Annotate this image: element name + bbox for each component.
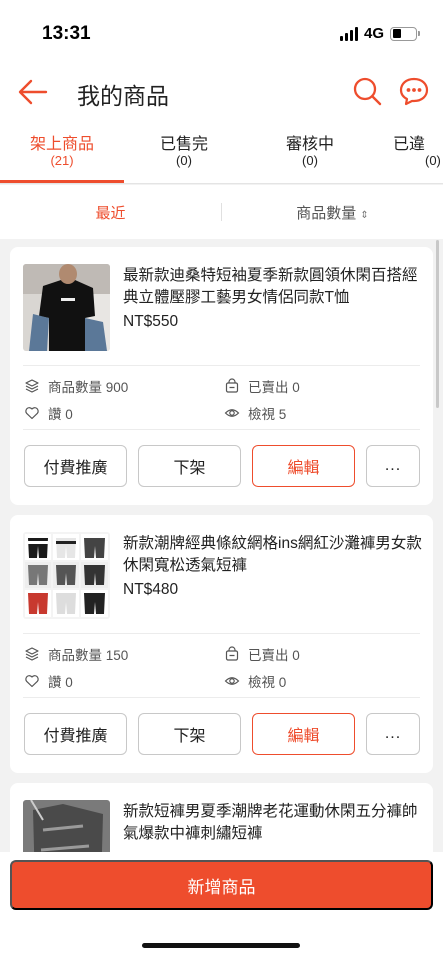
stat-likes: 讚 0	[24, 671, 73, 691]
status-icons: 4G	[339, 25, 420, 42]
sort-arrows-icon: ⇕	[360, 210, 369, 221]
tab-label: 架上商品	[29, 136, 94, 153]
divider	[23, 429, 420, 430]
tab-label: 審核中	[285, 136, 334, 153]
chat-icon[interactable]	[398, 76, 430, 106]
page-title: 我的商品	[77, 83, 169, 109]
active-tab-indicator	[0, 180, 124, 183]
add-product-button[interactable]: 新增商品	[10, 860, 433, 910]
delist-button[interactable]: 下架	[138, 713, 241, 755]
product-card[interactable]: 新款潮牌經典條紋網格ins網紅沙灘褲男女款休閑寬松透氣短褲 NT$480 商品數…	[10, 515, 433, 773]
tab-label: 已違	[393, 136, 426, 153]
product-title[interactable]: 最新款迪桑特短袖夏季新款圓領休閑百搭經典立體壓膠工藝男女情侶同款T恤	[123, 265, 425, 309]
scrollbar[interactable]	[436, 240, 439, 408]
stat-views: 檢視 0	[224, 671, 286, 691]
status-time: 13:31	[42, 23, 91, 44]
stat-value: 0	[292, 648, 300, 663]
divider	[23, 365, 420, 366]
paid-promotion-button[interactable]: 付費推廣	[24, 445, 127, 487]
product-image[interactable]	[23, 264, 110, 351]
search-icon[interactable]	[352, 76, 382, 106]
stack-icon	[25, 379, 39, 393]
tab-count: (0)	[425, 153, 441, 169]
paid-promotion-button[interactable]: 付費推廣	[24, 713, 127, 755]
stat-likes: 讚 0	[24, 403, 73, 423]
sort-bar: 最近 商品數量 ⇕	[0, 185, 443, 239]
sort-quantity[interactable]: 商品數量 ⇕	[222, 202, 443, 223]
divider	[23, 633, 420, 634]
eye-icon	[224, 677, 240, 685]
stack-icon	[25, 647, 39, 661]
stat-value: 0	[278, 675, 287, 690]
bottom-action-bar: 新增商品	[0, 852, 443, 960]
tab-reviewing[interactable]: 審核中 (0)	[250, 136, 370, 169]
status-bar: 13:31 4G	[0, 0, 443, 62]
stat-value: 0	[65, 407, 73, 422]
stat-label: 商品數量	[48, 380, 102, 395]
heart-icon	[25, 675, 39, 688]
tab-sold-out[interactable]: 已售完 (0)	[124, 136, 244, 169]
sort-quantity-label: 商品數量	[296, 205, 357, 222]
stat-label: 已賣出	[248, 648, 289, 663]
stat-quantity: 商品數量 900	[24, 376, 128, 396]
stat-quantity: 商品數量 150	[24, 644, 128, 664]
bag-icon	[225, 646, 239, 661]
tab-violation[interactable]: 已違 (0)	[393, 136, 443, 169]
product-price: NT$550	[123, 313, 179, 330]
product-price: NT$480	[123, 581, 179, 598]
product-image[interactable]	[23, 532, 110, 619]
edit-button[interactable]: 編輯	[252, 713, 355, 755]
status-tabs: 架上商品 (21) 已售完 (0) 審核中 (0) 已違 (0)	[0, 122, 443, 184]
stat-label: 已賣出	[248, 380, 289, 395]
stat-value: 150	[105, 648, 129, 663]
stat-label: 讚	[48, 407, 62, 422]
stat-value: 0	[65, 675, 73, 690]
bag-icon	[225, 378, 239, 393]
tab-count: (21)	[50, 153, 74, 169]
network-type: 4G	[363, 25, 384, 42]
arrow-left-icon[interactable]	[18, 78, 48, 106]
eye-icon	[224, 409, 240, 417]
tab-count: (0)	[302, 153, 318, 169]
divider	[23, 697, 420, 698]
tab-listed[interactable]: 架上商品 (21)	[2, 136, 122, 169]
stat-label: 檢視	[248, 407, 275, 422]
stat-value: 900	[105, 380, 129, 395]
tab-label: 已售完	[159, 136, 208, 153]
stat-sold: 已賣出 0	[224, 376, 300, 396]
home-indicator[interactable]	[142, 943, 300, 948]
more-options-button[interactable]: ...	[366, 445, 420, 487]
stat-value: 0	[292, 380, 300, 395]
app-header: 我的商品	[0, 62, 443, 122]
more-options-button[interactable]: ...	[366, 713, 420, 755]
delist-button[interactable]: 下架	[138, 445, 241, 487]
stat-label: 讚	[48, 675, 62, 690]
stat-views: 檢視 5	[224, 403, 286, 423]
heart-icon	[25, 407, 39, 420]
product-title[interactable]: 新款短褲男夏季潮牌老花運動休閑五分褲帥氣爆款中褲刺繡短褲	[123, 801, 425, 845]
battery-icon	[390, 26, 420, 41]
product-title[interactable]: 新款潮牌經典條紋網格ins網紅沙灘褲男女款休閑寬松透氣短褲	[123, 533, 425, 577]
stat-label: 檢視	[248, 675, 275, 690]
product-card[interactable]: 最新款迪桑特短袖夏季新款圓領休閑百搭經典立體壓膠工藝男女情侶同款T恤 NT$55…	[10, 247, 433, 505]
edit-button[interactable]: 編輯	[252, 445, 355, 487]
signal-icon	[339, 26, 358, 41]
stat-value: 5	[278, 407, 287, 422]
sort-recent[interactable]: 最近	[0, 202, 221, 223]
stat-sold: 已賣出 0	[224, 644, 300, 664]
tab-count: (0)	[176, 153, 192, 169]
stat-label: 商品數量	[48, 648, 102, 663]
